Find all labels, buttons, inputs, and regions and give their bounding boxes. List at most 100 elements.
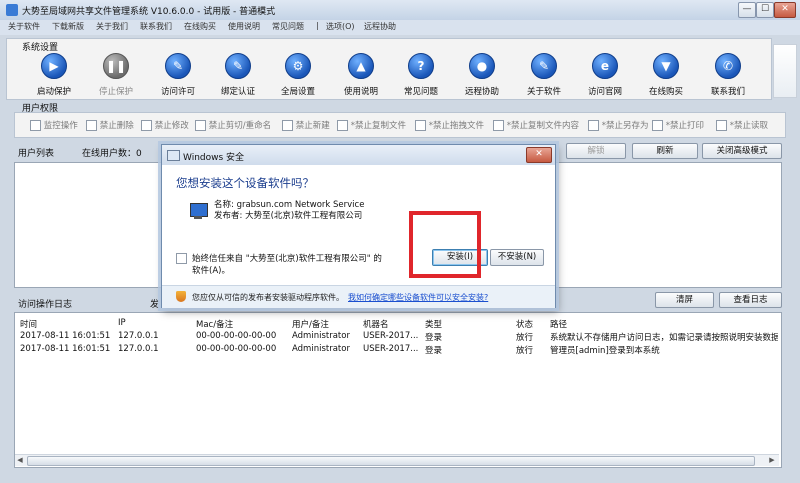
checkbox[interactable]: [652, 119, 663, 131]
perm-no-drag-file[interactable]: *禁止拖拽文件: [415, 119, 484, 131]
log-row-2-type: 登录: [425, 346, 443, 356]
menu-instructions[interactable]: 使用说明: [228, 21, 260, 32]
official-site-button[interactable]: e 访问官网: [577, 53, 633, 97]
perm-no-print[interactable]: *禁止打印: [652, 119, 704, 131]
play-icon: ▶: [41, 53, 67, 79]
close-advanced-mode-button[interactable]: 关闭高级模式: [702, 143, 782, 159]
access-permit-label: 访问许可: [160, 87, 195, 97]
checkbox[interactable]: [337, 119, 348, 131]
checkbox[interactable]: [716, 119, 727, 131]
stop-protection-label: 停止保护: [98, 87, 133, 97]
col-mac[interactable]: Mac/备注: [196, 318, 233, 330]
remote-help-label: 远程协助: [464, 87, 499, 97]
log-row-2-status: 放行: [516, 346, 534, 356]
checkbox[interactable]: [30, 119, 41, 131]
footer-text: 您应仅从可信的发布者安装驱动程序软件。: [192, 293, 344, 302]
start-protection-button[interactable]: ▶ 启动保护: [26, 53, 82, 97]
checkbox[interactable]: [195, 119, 206, 131]
col-ip[interactable]: IP: [118, 318, 126, 328]
device-publisher: 发布者: 大势至(北京)软件工程有限公司: [214, 211, 363, 221]
access-permit-button[interactable]: ✎ 访问许可: [150, 53, 206, 97]
perm-no-read[interactable]: *禁止读取: [716, 119, 768, 131]
col-path[interactable]: 路径: [550, 318, 567, 330]
checkbox[interactable]: [86, 119, 97, 131]
checkbox[interactable]: [141, 119, 152, 131]
menu-contact-us[interactable]: 联系我们: [140, 21, 172, 32]
perm-no-cut-rename[interactable]: 禁止剪切/重命名: [195, 119, 271, 131]
checkbox[interactable]: [282, 119, 293, 131]
contact-us-label: 联系我们: [710, 87, 745, 97]
unlock-button[interactable]: 解锁: [566, 143, 626, 159]
col-time[interactable]: 时间: [20, 318, 37, 330]
global-settings-button[interactable]: ⚙ 全局设置: [270, 53, 326, 97]
menu-download-new[interactable]: 下载新版: [52, 21, 84, 32]
col-status[interactable]: 状态: [516, 318, 533, 330]
question-icon: ?: [408, 53, 434, 79]
buy-online-button[interactable]: ▼ 在线购买: [638, 53, 694, 97]
window-icon: [167, 150, 180, 161]
perm-no-save-as[interactable]: *禁止另存为: [588, 119, 648, 131]
scroll-left-icon[interactable]: ◀: [15, 456, 25, 465]
scrollbar-thumb[interactable]: [27, 456, 755, 466]
remote-help-button[interactable]: ● 远程协助: [454, 53, 510, 97]
menu-faq[interactable]: 常见问题: [272, 21, 304, 32]
view-log-button[interactable]: 查看日志: [719, 292, 782, 308]
stop-protection-button[interactable]: ❚❚ 停止保护: [88, 53, 144, 97]
perm-no-copy-file[interactable]: *禁止复制文件: [337, 119, 406, 131]
always-trust-label: 始终信任来自 "大势至(北京)软件工程有限公司" 的: [192, 254, 382, 264]
menu-remote-help[interactable]: 远程协助: [364, 21, 396, 32]
dont-install-button[interactable]: 不安装(N): [490, 249, 544, 266]
log-row-2-machine: USER-2017...: [363, 344, 419, 354]
menu-buy-online[interactable]: 在线购买: [184, 21, 216, 32]
gear-icon: ⚙: [285, 53, 311, 79]
maximize-button[interactable]: ☐: [756, 2, 774, 18]
close-button[interactable]: ✕: [774, 2, 796, 18]
instructions-button[interactable]: ▲ 使用说明: [333, 53, 389, 97]
perm-no-delete[interactable]: 禁止删除: [86, 119, 134, 131]
col-machine[interactable]: 机器名: [363, 318, 389, 330]
log-row-1-type: 登录: [425, 333, 443, 343]
contact-icon: ✆: [715, 53, 741, 79]
horizontal-scrollbar[interactable]: ◀ ▶: [15, 454, 779, 466]
menu-about-us[interactable]: 关于我们: [96, 21, 128, 32]
log-send-label: 发: [150, 300, 160, 310]
ie-icon: e: [592, 53, 618, 79]
perm-no-copy-content[interactable]: *禁止复制文件内容: [493, 119, 579, 131]
perm-monitor[interactable]: 监控操作: [30, 119, 78, 131]
pen-icon: ✎: [165, 53, 191, 79]
always-trust-checkbox[interactable]: [176, 253, 187, 264]
user-list-label: 用户列表: [18, 149, 55, 159]
footer-help-link[interactable]: 我如何确定哪些设备软件可以安全安装?: [348, 292, 488, 303]
menu-about-software[interactable]: 关于软件: [8, 21, 40, 32]
bind-auth-button[interactable]: ✎ 绑定认证: [210, 53, 266, 97]
perm-no-create[interactable]: 禁止新建: [282, 119, 330, 131]
about-software-button[interactable]: ✎ 关于软件: [516, 53, 572, 97]
log-row-1-status: 放行: [516, 333, 534, 343]
log-row-1-machine: USER-2017...: [363, 331, 419, 341]
system-settings-label: 系统设置: [22, 43, 59, 53]
clear-screen-button[interactable]: 清屏: [655, 292, 714, 308]
refresh-button[interactable]: 刷新: [632, 143, 698, 159]
scroll-right-icon[interactable]: ▶: [767, 456, 777, 465]
access-log-label: 访问操作日志: [18, 300, 73, 310]
menu-separator: |: [316, 21, 319, 30]
contact-us-button[interactable]: ✆ 联系我们: [700, 53, 756, 97]
checkbox[interactable]: [493, 119, 504, 131]
window-title: 大势至局域网共享文件管理系统 V10.6.0.0 - 试用版 - 普通模式: [22, 7, 276, 17]
col-type[interactable]: 类型: [425, 318, 442, 330]
minimize-button[interactable]: —: [738, 2, 756, 18]
pen-icon: ✎: [531, 53, 557, 79]
menu-options[interactable]: 选项(O): [326, 21, 355, 32]
col-user[interactable]: 用户/备注: [292, 318, 329, 330]
log-row-2-ip: 127.0.0.1: [118, 344, 159, 354]
checkbox[interactable]: [415, 119, 426, 131]
dialog-close-button[interactable]: ✕: [526, 147, 552, 163]
dialog-question: 您想安装这个设备软件吗？: [176, 176, 314, 190]
faq-button[interactable]: ? 常见问题: [393, 53, 449, 97]
log-row-2-path: 管理员[admin]登录到本系统: [550, 346, 660, 356]
checkbox[interactable]: [588, 119, 599, 131]
perm-no-modify[interactable]: 禁止修改: [141, 119, 189, 131]
remote-help-icon: ●: [469, 53, 495, 79]
computer-stand: [194, 216, 202, 219]
log-row-2-user: Administrator: [292, 344, 350, 354]
